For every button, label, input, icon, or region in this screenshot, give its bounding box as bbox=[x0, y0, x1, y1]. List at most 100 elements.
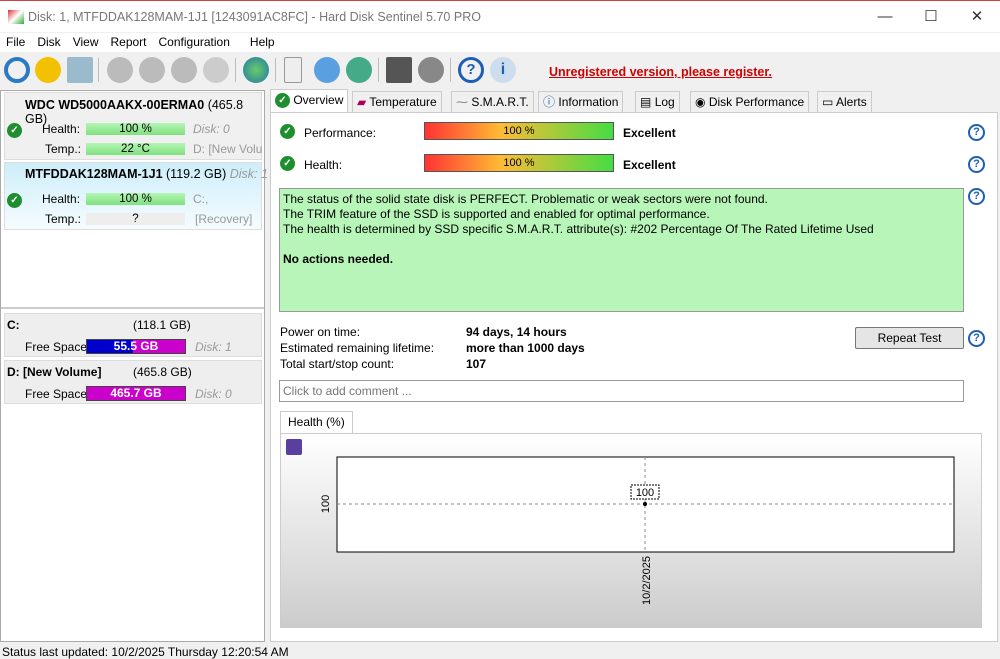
chart-svg: 100 100 10/2/2025 bbox=[320, 456, 955, 605]
tab-information[interactable]: ⓘ Information bbox=[538, 91, 624, 112]
log-icon: ▤ bbox=[640, 95, 652, 109]
help-icon[interactable]: ? bbox=[968, 188, 985, 205]
disk-name: WDC WD5000AAKX-00ERMA0 bbox=[25, 98, 205, 112]
menu-report[interactable]: Report bbox=[110, 33, 146, 52]
disk-number: Disk: 0 bbox=[193, 122, 230, 136]
disk-number: Disk: 1 bbox=[195, 340, 232, 354]
tab-overview[interactable]: ✓ Overview bbox=[270, 89, 349, 113]
x-tick-label: 10/2/2025 bbox=[641, 556, 653, 605]
alerts-icon: ▭ bbox=[822, 95, 834, 109]
health-label: Health: bbox=[42, 192, 81, 206]
menu-file[interactable]: File bbox=[6, 33, 25, 52]
check-icon: ✓ bbox=[280, 124, 295, 139]
volume-item-d[interactable]: D: [New Volume] (465.8 GB) Free Space 46… bbox=[4, 360, 262, 404]
volume-name: D: [New Volume] bbox=[7, 365, 102, 379]
help-icon[interactable]: ? bbox=[968, 124, 985, 141]
menu-view[interactable]: View bbox=[73, 33, 99, 52]
disk-test-icon[interactable] bbox=[107, 57, 133, 83]
disk-item-0[interactable]: WDC WD5000AAKX-00ERMA0 (465.8 GB) ✓ Heal… bbox=[4, 92, 262, 160]
startstop-label: Total start/stop count: bbox=[280, 357, 395, 371]
partition-label: C:, bbox=[193, 192, 209, 206]
disk-list-panel: WDC WD5000AAKX-00ERMA0 (465.8 GB) ✓ Heal… bbox=[0, 90, 268, 642]
y-tick-label: 100 bbox=[320, 495, 332, 513]
toolbar: ? i Unregistered version, please registe… bbox=[0, 54, 1000, 86]
app-icon bbox=[8, 10, 24, 24]
tab-temperature[interactable]: ▰ Temperature bbox=[352, 91, 442, 112]
partition-label: D: [New Volu bbox=[193, 142, 263, 156]
menu-configuration[interactable]: Configuration bbox=[159, 33, 230, 52]
check-icon: ✓ bbox=[280, 156, 295, 171]
info-icon[interactable]: i bbox=[490, 57, 516, 83]
performance-label: Performance: bbox=[304, 126, 377, 140]
report-icon[interactable] bbox=[284, 57, 302, 83]
help-icon[interactable]: ? bbox=[968, 330, 985, 347]
tab-health-chart[interactable]: Health (%) bbox=[280, 411, 353, 433]
disk-icon[interactable] bbox=[67, 57, 93, 83]
free-space-label: Free Space bbox=[25, 340, 88, 354]
title-bar: Disk: 1, MTFDDAK128MAM-1J1 [1243091AC8FC… bbox=[0, 0, 1000, 32]
globe-icon[interactable] bbox=[243, 57, 269, 83]
help-icon[interactable]: ? bbox=[968, 156, 985, 173]
disk-clock-icon[interactable] bbox=[139, 57, 165, 83]
tab-smart[interactable]: ⁓ S.M.A.R.T. bbox=[451, 91, 534, 112]
temp-label: Temp.: bbox=[45, 212, 82, 226]
power-on-label: Power on time: bbox=[280, 325, 361, 339]
performance-bar: 100 % bbox=[424, 122, 614, 140]
maximize-button[interactable]: ☐ bbox=[908, 5, 954, 29]
status-message: The status of the solid state disk is PE… bbox=[279, 188, 964, 312]
menu-help[interactable]: Help bbox=[250, 33, 275, 52]
startstop-value: 107 bbox=[466, 357, 487, 371]
free-space-bar: 55.5 GB bbox=[86, 339, 186, 354]
status-bar: Status last updated: 10/2/2025 Thursday … bbox=[2, 645, 289, 659]
disk-size: (119.2 GB) bbox=[166, 167, 227, 181]
temp-bar: ? bbox=[86, 213, 185, 225]
thermometer-icon: ▰ bbox=[357, 95, 367, 109]
health-rating: Excellent bbox=[623, 158, 676, 172]
repeat-test-button[interactable]: Repeat Test bbox=[855, 327, 964, 349]
health-bar: 100 % bbox=[86, 193, 185, 205]
performance-rating: Excellent bbox=[623, 126, 676, 140]
check-icon: ✓ bbox=[7, 123, 22, 138]
health-label: Health: bbox=[304, 158, 343, 172]
register-link[interactable]: Unregistered version, please register. bbox=[549, 65, 772, 79]
lifetime-value: more than 1000 days bbox=[466, 341, 585, 355]
health-chart: 100 100 10/2/2025 bbox=[280, 433, 982, 628]
health-label: Health: bbox=[42, 122, 81, 136]
volume-size: (118.1 GB) bbox=[133, 318, 191, 332]
speaker-icon[interactable] bbox=[418, 57, 444, 83]
window-title: Disk: 1, MTFDDAK128MAM-1J1 [1243091AC8FC… bbox=[28, 10, 481, 24]
close-button[interactable]: ✕ bbox=[954, 5, 1000, 29]
disk-check-icon[interactable] bbox=[171, 57, 197, 83]
partition-label: [Recovery] bbox=[195, 212, 253, 226]
minimize-button[interactable]: — bbox=[862, 5, 908, 29]
menu-bar: File Disk View Report Configuration Help bbox=[0, 33, 1000, 52]
temp-bar: 22 °C bbox=[86, 143, 185, 155]
action-text: No actions needed. bbox=[283, 252, 394, 266]
tab-alerts[interactable]: ▭ Alerts bbox=[817, 91, 872, 112]
tab-log[interactable]: ▤ Log bbox=[635, 91, 680, 112]
power-on-value: 94 days, 14 hours bbox=[466, 325, 567, 339]
disk-search-icon[interactable] bbox=[203, 57, 229, 83]
refresh-icon[interactable] bbox=[4, 57, 30, 83]
menu-disk[interactable]: Disk bbox=[37, 33, 60, 52]
data-point bbox=[643, 502, 647, 506]
help-icon[interactable]: ? bbox=[458, 57, 484, 83]
info-icon: ⓘ bbox=[543, 95, 556, 109]
disk-number: Disk: 1 bbox=[229, 167, 268, 181]
tab-disk-performance[interactable]: ◉ Disk Performance bbox=[690, 91, 810, 112]
alert-icon[interactable] bbox=[35, 57, 61, 83]
lifetime-label: Estimated remaining lifetime: bbox=[280, 341, 435, 355]
check-icon: ✓ bbox=[7, 193, 22, 208]
monitor-icon[interactable] bbox=[386, 57, 412, 83]
disk-icon: ⁓ bbox=[456, 95, 468, 109]
network-icon[interactable] bbox=[346, 57, 372, 83]
temp-label: Temp.: bbox=[45, 142, 82, 156]
data-label: 100 bbox=[636, 487, 654, 499]
disk-item-1[interactable]: MTFDDAK128MAM-1J1 (119.2 GB) Disk: 1 ✓ H… bbox=[4, 162, 268, 230]
free-space-label: Free Space bbox=[25, 387, 88, 401]
volume-item-c[interactable]: C: (118.1 GB) Free Space 55.5 GB Disk: 1 bbox=[4, 313, 262, 357]
free-space-bar: 465.7 GB bbox=[86, 386, 186, 401]
comment-input[interactable] bbox=[279, 380, 964, 402]
volume-size: (465.8 GB) bbox=[133, 365, 192, 379]
sync-icon[interactable] bbox=[314, 57, 340, 83]
